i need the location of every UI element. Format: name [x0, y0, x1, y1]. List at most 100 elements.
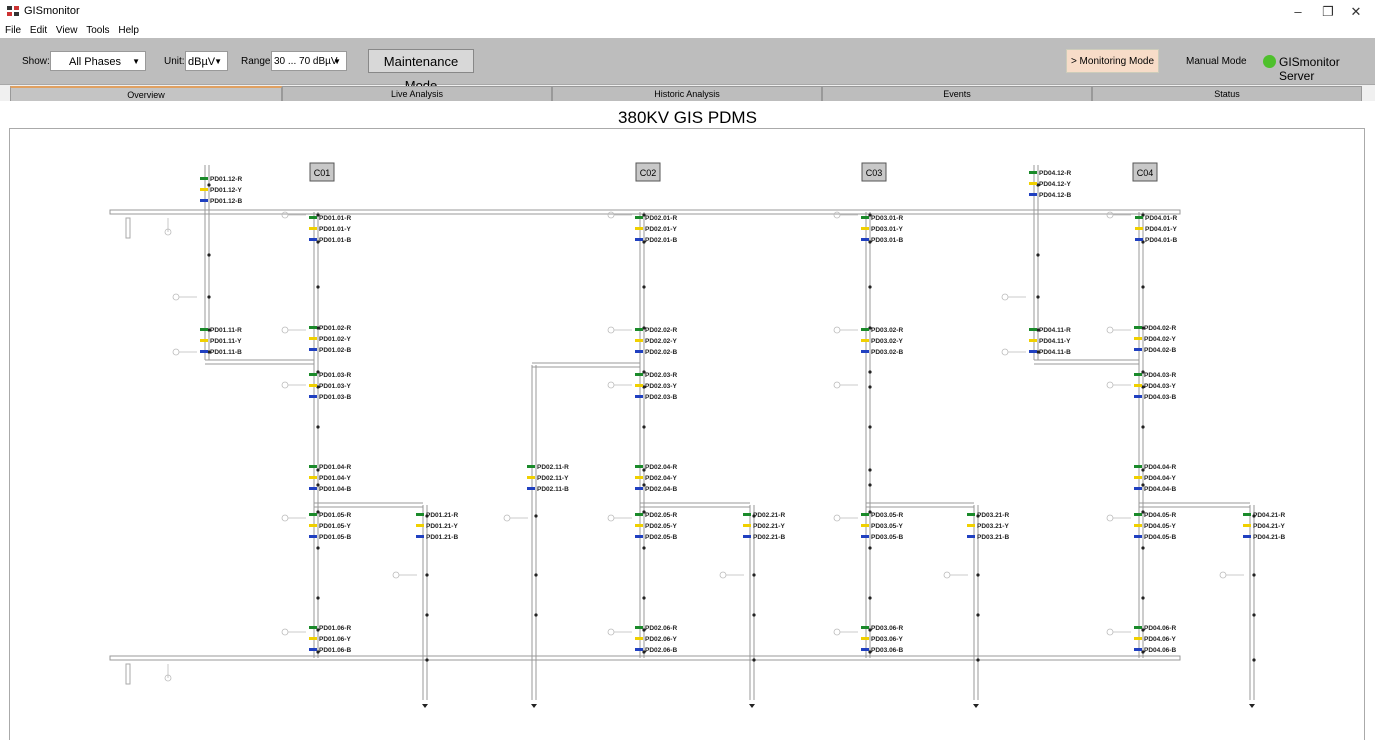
sensor-label: PD04.05-R — [1144, 512, 1176, 519]
joint-dot — [976, 613, 980, 617]
sensor-label: PD03.05-R — [871, 512, 903, 519]
earthing-switch-icon — [1001, 348, 1026, 356]
sensor-group-pd02-11[interactable]: PD02.11-R PD02.11-Y PD02.11-B — [527, 464, 569, 493]
earthing-switch-icon — [607, 514, 632, 522]
sensor-label: PD02.21-B — [753, 534, 785, 541]
sensor-group-pd04-06[interactable]: PD04.06-R PD04.06-Y PD04.06-B — [1134, 625, 1176, 654]
phase-marker-icon — [309, 326, 317, 329]
sensor-label: PD03.06-R — [871, 625, 903, 632]
sensor-group-pd02-05[interactable]: PD02.05-R PD02.05-Y PD02.05-B — [635, 512, 677, 541]
earthing-switch-icon — [1106, 628, 1131, 636]
bay-label: C03 — [866, 168, 883, 178]
sensor-group-pd01-03[interactable]: PD01.03-R PD01.03-Y PD01.03-B — [309, 372, 351, 401]
phase-marker-icon — [635, 524, 643, 527]
sensor-group-pd04-03[interactable]: PD04.03-R PD04.03-Y PD04.03-B — [1134, 372, 1176, 401]
phase-marker-icon — [635, 328, 643, 331]
earthing-switch-icon — [172, 348, 197, 356]
phase-marker-icon — [861, 524, 869, 527]
joint-dot — [752, 658, 756, 662]
phase-marker-icon — [309, 524, 317, 527]
sensor-group-pd01-01[interactable]: PD01.01-R PD01.01-Y PD01.01-B — [309, 215, 351, 244]
sensor-group-pd01-05[interactable]: PD01.05-R PD01.05-Y PD01.05-B — [309, 512, 351, 541]
phase-marker-icon — [1134, 648, 1142, 651]
joint-dot — [752, 613, 756, 617]
sensor-group-pd04-21[interactable]: PD04.21-R PD04.21-Y PD04.21-B — [1243, 512, 1285, 541]
sensor-label: PD01.05-Y — [319, 523, 351, 530]
joint-dot — [1141, 425, 1145, 429]
sensor-group-pd01-21[interactable]: PD01.21-R PD01.21-Y PD01.21-B — [416, 512, 458, 541]
phase-marker-icon — [635, 535, 643, 538]
sensor-label: PD02.05-Y — [645, 523, 677, 530]
sensor-label: PD01.03-B — [319, 394, 351, 401]
sensor-group-pd04-04[interactable]: PD04.04-R PD04.04-Y PD04.04-B — [1134, 464, 1176, 493]
sensor-label: PD01.06-R — [319, 625, 351, 632]
single-line-diagram: C01 C02 C03 C04PD01.12-RPD01.12-YPD01.12-BP… — [109, 162, 1285, 708]
phase-marker-icon — [309, 227, 317, 230]
sensor-group-pd02-01[interactable]: PD02.01-R PD02.01-Y PD02.01-B — [635, 215, 677, 244]
sensor-label: PD01.03-Y — [319, 383, 351, 390]
phase-marker-icon — [309, 476, 317, 479]
earthing-switch-icon — [607, 381, 632, 389]
phase-marker-icon — [1134, 513, 1142, 516]
phase-marker-icon — [635, 476, 643, 479]
phase-marker-icon — [200, 350, 208, 353]
sensor-label: PD04.21-B — [1253, 534, 1285, 541]
sensor-label: PD04.01-R — [1145, 215, 1177, 222]
sensor-label: PD01.02-B — [319, 347, 351, 354]
earthing-switch-icon — [281, 381, 306, 389]
sensor-group-pd01-12[interactable]: PD01.12-R PD01.12-Y PD01.12-B — [200, 176, 242, 205]
sensor-label: PD02.05-R — [645, 512, 677, 519]
phase-marker-icon — [861, 216, 869, 219]
phase-marker-icon — [635, 395, 643, 398]
phase-marker-icon — [309, 465, 317, 468]
sensor-group-pd03-06[interactable]: PD03.06-R PD03.06-Y PD03.06-B — [861, 625, 903, 654]
joint-dot — [207, 253, 211, 257]
sensor-label: PD02.06-Y — [645, 636, 677, 643]
sensor-label: PD04.03-B — [1144, 394, 1176, 401]
joint-dot — [868, 546, 872, 550]
phase-marker-icon — [1243, 535, 1251, 538]
sensor-label: PD01.01-B — [319, 237, 351, 244]
sensor-label: PD02.11-Y — [537, 475, 569, 482]
sensor-label: PD04.11-Y — [1039, 338, 1071, 345]
sensor-group-pd02-02[interactable]: PD02.02-R PD02.02-Y PD02.02-B — [635, 327, 677, 356]
sensor-label: PD02.11-R — [537, 464, 569, 471]
sensor-group-pd04-11[interactable]: PD04.11-R PD04.11-Y PD04.11-B — [1029, 327, 1071, 356]
phase-marker-icon — [635, 216, 643, 219]
phase-marker-icon — [861, 535, 869, 538]
sensor-group-pd03-01[interactable]: PD03.01-R PD03.01-Y PD03.01-B — [861, 215, 903, 244]
joint-dot — [642, 285, 646, 289]
sensor-label: PD01.21-B — [426, 534, 458, 541]
sensor-group-pd01-02[interactable]: PD01.02-R PD01.02-Y PD01.02-B — [309, 325, 351, 354]
sensor-group-pd01-06[interactable]: PD01.06-R PD01.06-Y PD01.06-B — [309, 625, 351, 654]
phase-marker-icon — [635, 648, 643, 651]
sensor-label: PD04.06-R — [1144, 625, 1176, 632]
earthing-switch-icon — [281, 326, 306, 334]
sensor-group-pd02-04[interactable]: PD02.04-R PD02.04-Y PD02.04-B — [635, 464, 677, 493]
joint-dot — [316, 596, 320, 600]
sensor-label: PD02.04-R — [645, 464, 677, 471]
sensor-group-pd04-12[interactable]: PD04.12-R PD04.12-Y PD04.12-B — [1029, 170, 1071, 199]
sensor-group-pd04-02[interactable]: PD04.02-R PD04.02-Y PD04.02-B — [1134, 325, 1176, 354]
sensor-label: PD04.11-R — [1039, 327, 1071, 334]
sensor-group-pd02-06[interactable]: PD02.06-R PD02.06-Y PD02.06-B — [635, 625, 677, 654]
sensor-group-pd03-02[interactable]: PD03.02-R PD03.02-Y PD03.02-B — [861, 327, 903, 356]
joint-dot — [642, 596, 646, 600]
sensor-group-pd03-21[interactable]: PD03.21-R PD03.21-Y PD03.21-B — [967, 512, 1009, 541]
sensor-label: PD04.01-B — [1145, 237, 1177, 244]
sensor-label: PD01.03-R — [319, 372, 351, 379]
sensor-label: PD01.06-Y — [319, 636, 351, 643]
sensor-label: PD01.06-B — [319, 647, 351, 654]
sensor-group-pd04-05[interactable]: PD04.05-R PD04.05-Y PD04.05-B — [1134, 512, 1176, 541]
phase-marker-icon — [1134, 487, 1142, 490]
sensor-group-pd04-01[interactable]: PD04.01-R PD04.01-Y PD04.01-B — [1135, 215, 1177, 244]
sensor-label: PD02.06-R — [645, 625, 677, 632]
sensor-group-pd03-05[interactable]: PD03.05-R PD03.05-Y PD03.05-B — [861, 512, 903, 541]
sensor-label: PD01.04-R — [319, 464, 351, 471]
sensor-label: PD03.05-Y — [871, 523, 903, 530]
earthing-switch-icon — [833, 628, 858, 636]
sensor-group-pd02-21[interactable]: PD02.21-R PD02.21-Y PD02.21-B — [743, 512, 785, 541]
sensor-group-pd01-04[interactable]: PD01.04-R PD01.04-Y PD01.04-B — [309, 464, 351, 493]
sensor-group-pd02-03[interactable]: PD02.03-R PD02.03-Y PD02.03-B — [635, 372, 677, 401]
sensor-group-pd01-11[interactable]: PD01.11-R PD01.11-Y PD01.11-B — [200, 327, 242, 356]
